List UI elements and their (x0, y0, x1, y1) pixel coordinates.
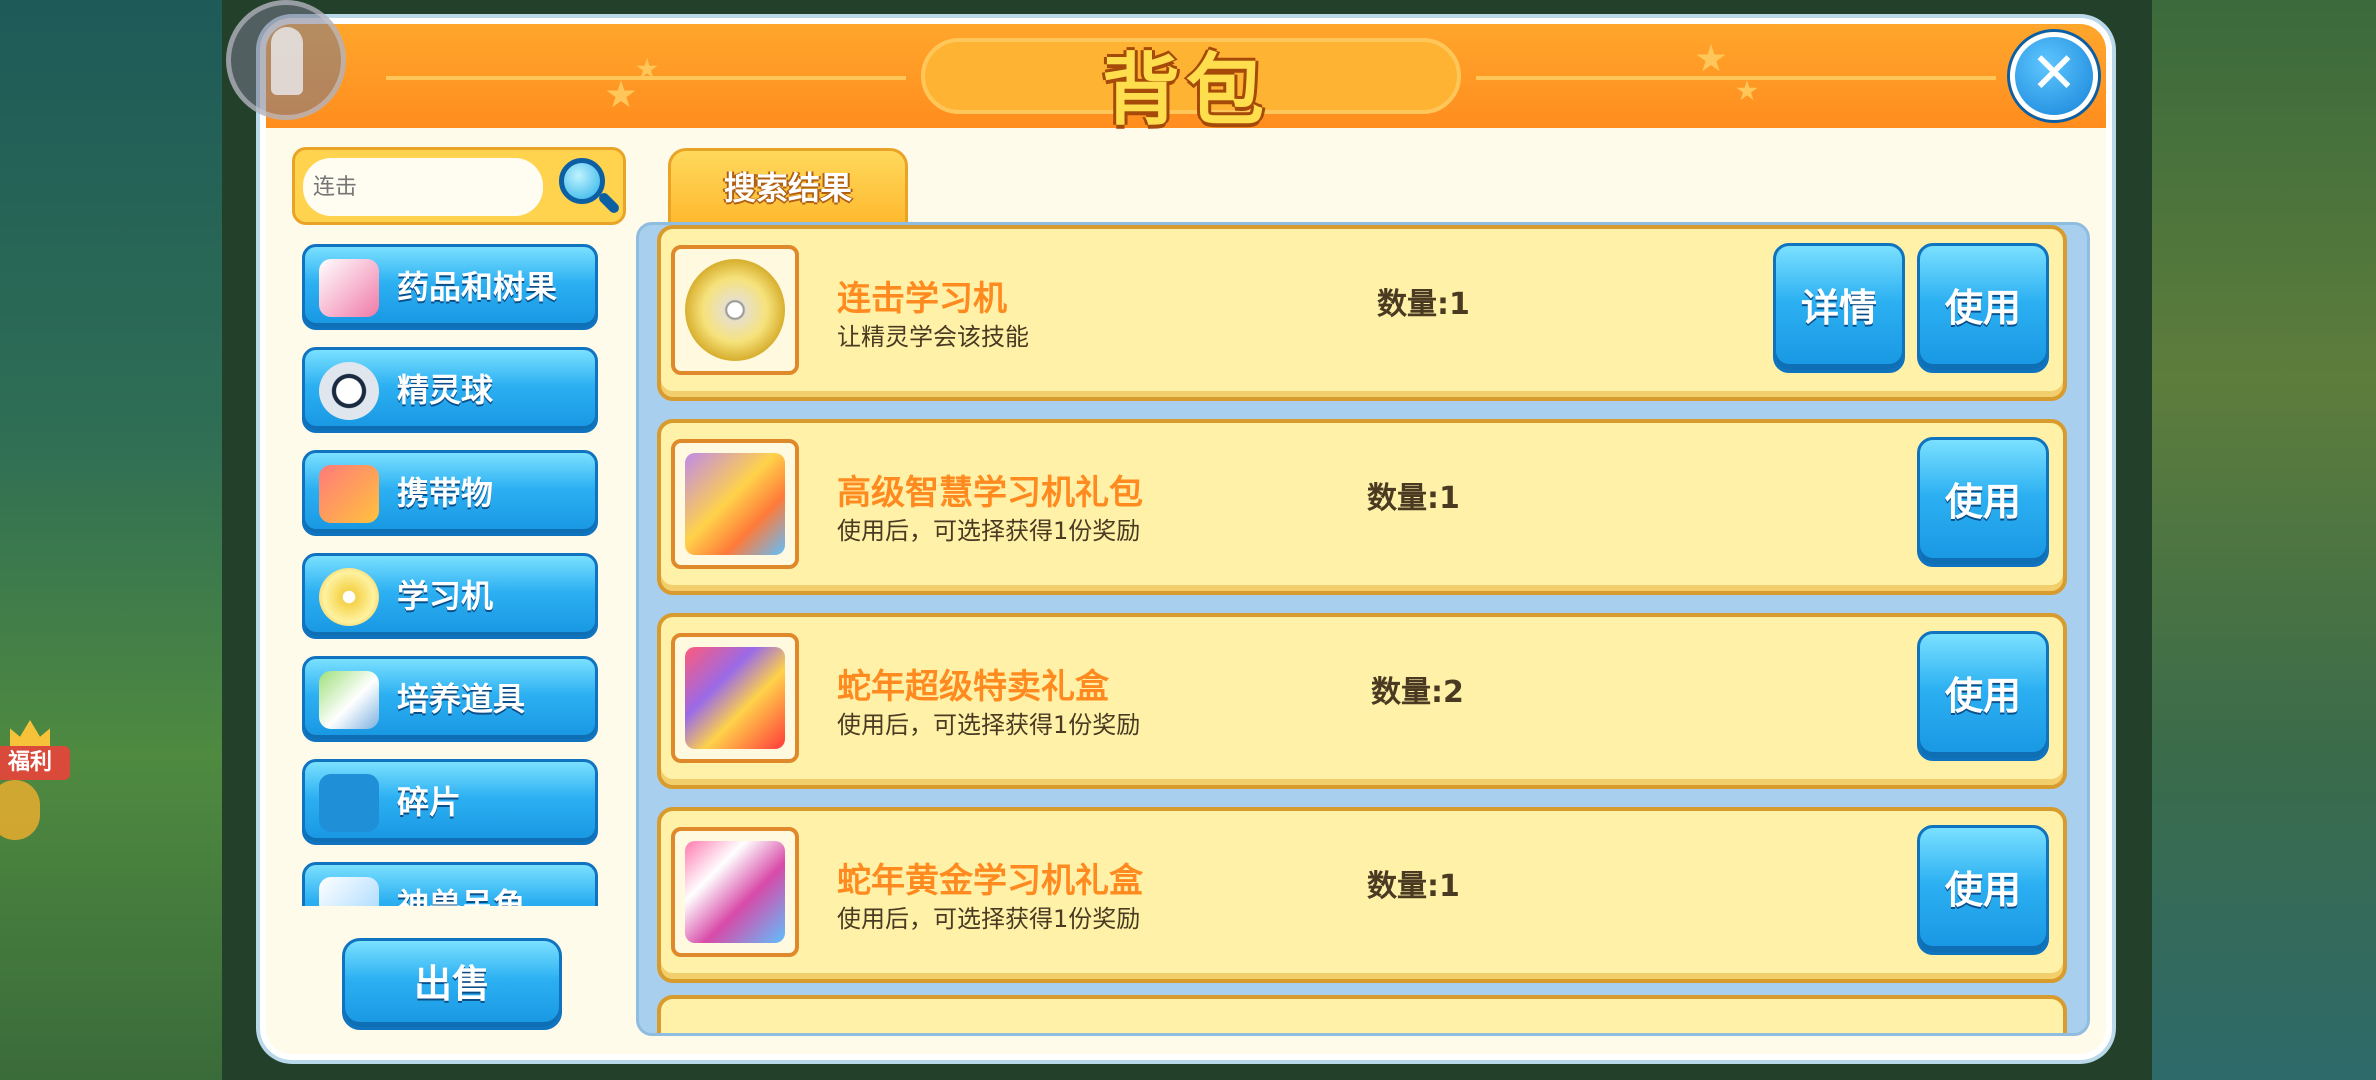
coin-icon (0, 780, 40, 840)
search-box (292, 147, 626, 225)
category-medicine-berries[interactable]: 药品和树果 (302, 244, 598, 330)
search-input[interactable] (303, 158, 543, 216)
category-held-items[interactable]: 携带物 (302, 450, 598, 536)
category-list: 药品和树果 精灵球 携带物 学习机 培养道具 碎片 神兽吊角 (302, 244, 602, 906)
pokeball-icon (319, 362, 379, 420)
background-right (2116, 0, 2376, 1080)
item-name: 蛇年超级特卖礼盒 (837, 667, 1109, 707)
item-quantity: 数量:1 (1377, 287, 1470, 322)
item-quantity: 数量:2 (1371, 675, 1464, 710)
item-name: 高级智慧学习机礼包 (837, 473, 1143, 513)
use-button[interactable]: 使用 (1917, 825, 2049, 955)
item-description: 使用后，可选择获得1份奖励 (837, 711, 1141, 739)
item-icon-frame (671, 827, 799, 957)
item-description: 使用后，可选择获得1份奖励 (837, 517, 1141, 545)
item-name: 连击学习机 (837, 279, 1007, 319)
close-button[interactable]: ✕ (2010, 32, 2098, 120)
item-icon-frame (671, 633, 799, 763)
item-description: 让精灵学会该技能 (837, 323, 1029, 351)
category-pokeball[interactable]: 精灵球 (302, 347, 598, 433)
category-training-items[interactable]: 培养道具 (302, 656, 598, 742)
background-left (0, 0, 230, 1080)
search-icon[interactable] (553, 154, 622, 220)
backpack-panel: 背包 ✕ 药品和树果 精灵球 携带物 学习机 培养道具 (260, 18, 2112, 1060)
item-description: 使用后，可选择获得1份奖励 (837, 905, 1141, 933)
category-label: 携带物 (397, 474, 494, 512)
category-label: 培养道具 (397, 680, 526, 718)
item-icon-frame (671, 245, 799, 375)
item-name: 蛇年黄金学习机礼盒 (837, 861, 1143, 901)
list-item: 蛇年黄金学习机礼盒 使用后，可选择获得1份奖励 数量:1 使用 (657, 807, 2067, 983)
rocket-icon[interactable] (226, 0, 346, 120)
gift-box-2025-icon (685, 647, 785, 749)
item-list[interactable]: 连击学习机 让精灵学会该技能 数量:1 详情 使用 高级智慧学习机礼包 使用后，… (636, 222, 2090, 1036)
legendary-icon (319, 877, 379, 906)
category-tms[interactable]: 学习机 (302, 553, 598, 639)
panel-header: 背包 ✕ (266, 24, 2106, 136)
list-item: 蛇年超级特卖礼盒 使用后，可选择获得1份奖励 数量:2 使用 (657, 613, 2067, 789)
close-icon: ✕ (2030, 41, 2078, 106)
detail-button[interactable]: 详情 (1773, 243, 1905, 373)
category-label: 神兽吊角 (397, 886, 526, 906)
list-item-partial (657, 995, 2067, 1033)
crown-icon (10, 720, 50, 748)
category-label: 学习机 (397, 577, 494, 615)
welfare-badge[interactable]: 福利 (0, 720, 80, 860)
disc-icon (319, 568, 379, 626)
panel-title: 背包 (1101, 46, 1270, 136)
item-quantity: 数量:1 (1367, 869, 1460, 904)
held-item-icon (319, 465, 379, 523)
training-item-icon (319, 671, 379, 729)
use-button[interactable]: 使用 (1917, 243, 2049, 373)
disc-icon (685, 259, 785, 361)
potion-icon (319, 259, 379, 317)
category-label: 碎片 (397, 783, 462, 821)
item-icon-frame (671, 439, 799, 569)
welfare-label: 福利 (0, 746, 70, 780)
list-item: 连击学习机 让精灵学会该技能 数量:1 详情 使用 (657, 225, 2067, 401)
use-button[interactable]: 使用 (1917, 437, 2049, 567)
puzzle-piece-icon (319, 774, 379, 832)
category-fragments[interactable]: 碎片 (302, 759, 598, 845)
tab-search-results[interactable]: 搜索结果 (668, 148, 908, 226)
gift-box-icon (685, 453, 785, 555)
item-quantity: 数量:1 (1367, 481, 1460, 516)
category-label: 精灵球 (397, 371, 494, 409)
category-legendary[interactable]: 神兽吊角 (302, 862, 598, 906)
gift-box-2025-icon (685, 841, 785, 943)
category-label: 药品和树果 (397, 268, 558, 306)
list-item: 高级智慧学习机礼包 使用后，可选择获得1份奖励 数量:1 使用 (657, 419, 2067, 595)
sell-button[interactable]: 出售 (342, 938, 562, 1030)
use-button[interactable]: 使用 (1917, 631, 2049, 761)
